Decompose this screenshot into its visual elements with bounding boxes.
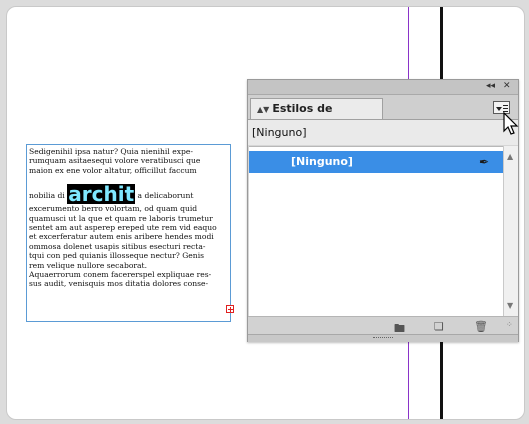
text-line-with-highlight: nobilia di archit a delicaborunt [29,184,229,205]
grip-icon [373,337,393,340]
text-line: ommosa dolenet usapis sitibus esecturi r… [29,241,206,251]
panel-titlebar[interactable]: ◂◂ ✕ [248,80,518,95]
style-name: [Ninguno] [291,155,353,168]
text-suffix: a delicaborunt [135,191,194,201]
text-frame[interactable]: Sedigenihil ipsa natur? Quia nienihil ex… [26,144,231,322]
text-line: et excerferatur autem enis aribere hende… [29,232,214,242]
text-line: tqui con ped quianis illosseque nectur? … [29,251,205,261]
text-prefix: nobilia di [29,191,68,201]
pen-slash-icon: ✒ [479,155,490,169]
current-style-label: [Ninguno] [248,120,518,145]
tab-expand-icon: ▲▼ [257,105,270,114]
text-line: maion ex ene volor altatur, officillut f… [29,165,197,175]
scroll-down-arrow-icon[interactable]: ▼ [507,301,513,310]
text-line: quamusci ut la que et quam re laboris tr… [29,213,213,223]
tab-character-styles[interactable]: ▲▼Estilos de carácter [250,98,383,136]
mouse-cursor-icon [503,111,519,135]
resize-corner-icon[interactable]: ⁘ [506,320,513,329]
panel-bottom-bar: 🖿 ❏ 🗑 [248,316,518,335]
character-styles-panel: ◂◂ ✕ ▲▼Estilos de carácter [Ninguno] [Ni… [247,79,519,342]
close-icon[interactable]: ✕ [503,81,511,91]
text-line: excerumento berro volortam, od quam quid [29,204,198,214]
vertical-scrollbar[interactable]: ▲ ▼ [503,146,518,316]
list-item-style-selected[interactable]: [Ninguno] ✒ [249,151,503,173]
text-line: sus audit, venisquis mos ditatia dolores… [29,279,209,289]
scroll-up-arrow-icon[interactable]: ▲ [507,152,513,161]
text-line: rem velique nullore secaborat. [29,260,148,270]
text-line: Aquaerrorum conem facererspel expliquae … [29,270,212,280]
panel-resize-bar[interactable] [248,334,518,342]
text-line: sentet am aut asperep ereped ute rem vid… [29,223,217,233]
new-style-icon[interactable]: ❏ [434,320,444,333]
highlighted-word[interactable]: archit [67,184,136,205]
text-line: Sedigenihil ipsa natur? Quia nienihil ex… [29,147,193,156]
double-left-arrow-icon[interactable]: ◂◂ [486,81,495,91]
styles-list: [Ninguno] ✒ [249,146,503,317]
panel-tab-row: ▲▼Estilos de carácter [248,95,518,136]
trash-icon[interactable]: 🗑 [474,320,488,333]
overset-text-icon[interactable] [226,305,234,313]
text-line: rumquam asitaesequi volore veratibusci q… [29,156,201,166]
